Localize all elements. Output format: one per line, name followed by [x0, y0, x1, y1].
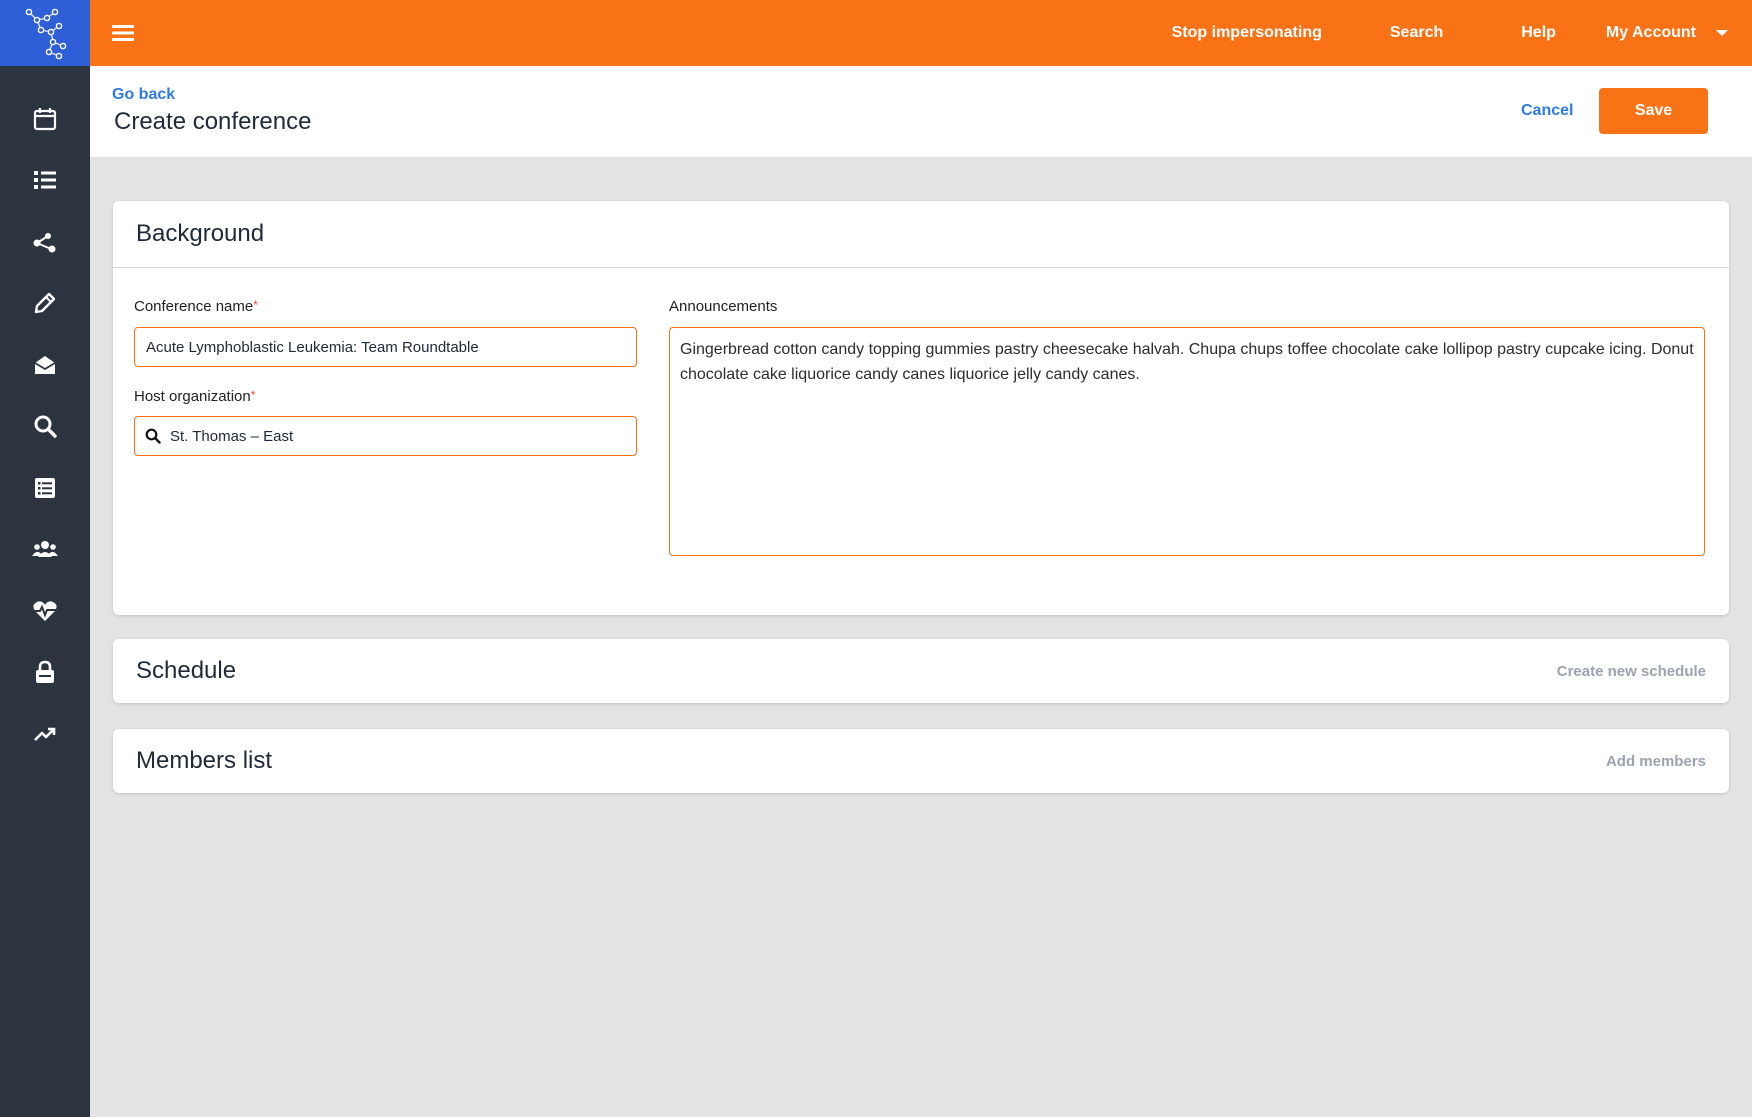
sidebar-item-list[interactable] [0, 150, 90, 212]
host-organization-input[interactable] [134, 416, 637, 456]
top-search-link[interactable]: Search [1390, 24, 1443, 42]
required-marker: * [253, 298, 258, 312]
page-header: Go back Create conference Cancel Save [90, 66, 1752, 157]
conference-name-label: Conference name* [134, 298, 258, 315]
lock-icon [36, 660, 54, 684]
help-link[interactable]: Help [1521, 24, 1556, 42]
schedule-title: Schedule [136, 657, 237, 684]
sidebar-item-calendar[interactable] [0, 88, 90, 150]
save-button[interactable]: Save [1599, 88, 1708, 134]
host-organization-search [134, 416, 637, 456]
trending-up-icon [34, 727, 56, 741]
sidebar-item-security[interactable] [0, 642, 90, 704]
background-title: Background [136, 220, 265, 247]
sidebar-item-users[interactable] [0, 519, 90, 581]
pencil-icon [34, 293, 56, 314]
sidebar-item-messages[interactable] [0, 334, 90, 396]
my-account-menu[interactable]: My Account [1606, 24, 1728, 42]
top-bar: Stop impersonating Search Help My Accoun… [90, 0, 1752, 66]
caret-down-icon [1716, 30, 1728, 36]
host-organization-label: Host organization* [134, 388, 255, 405]
cancel-button[interactable]: Cancel [1521, 102, 1573, 120]
background-card-header: Background [113, 201, 1729, 268]
app-logo[interactable] [0, 0, 90, 66]
schedule-card: Schedule Create new schedule [113, 639, 1729, 703]
required-marker: * [250, 388, 256, 402]
list-icon [34, 171, 56, 190]
sidebar-item-analytics[interactable] [0, 703, 90, 765]
menu-toggle-button[interactable] [112, 20, 138, 46]
announcements-label: Announcements [669, 298, 778, 315]
background-card: Background Conference name* Host organiz… [113, 201, 1729, 615]
document-list-icon [35, 477, 55, 498]
add-members-link[interactable]: Add members [1606, 753, 1706, 770]
conference-name-input[interactable] [134, 327, 637, 367]
app-root: Stop impersonating Search Help My Accoun… [0, 0, 1752, 1117]
create-new-schedule-link[interactable]: Create new schedule [1557, 663, 1706, 680]
sidebar [0, 0, 90, 1117]
sidebar-item-edit[interactable] [0, 273, 90, 335]
calendar-icon [33, 107, 57, 130]
molecule-logo-icon [25, 8, 67, 60]
announcements-textarea[interactable]: Gingerbread cotton candy topping gummies… [669, 327, 1705, 556]
stop-impersonating-link[interactable]: Stop impersonating [1172, 24, 1322, 42]
page-title: Create conference [114, 108, 312, 135]
sidebar-item-documents[interactable] [0, 457, 90, 519]
users-icon [32, 541, 58, 558]
search-icon [145, 428, 161, 444]
sidebar-item-search[interactable] [0, 396, 90, 458]
share-nodes-icon [33, 232, 56, 253]
go-back-link[interactable]: Go back [112, 86, 175, 104]
sidebar-item-network[interactable] [0, 211, 90, 273]
host-organization-label-text: Host organization [134, 388, 251, 405]
my-account-label: My Account [1605, 24, 1696, 41]
members-list-card: Members list Add members [113, 729, 1729, 793]
members-list-title: Members list [136, 747, 273, 774]
sidebar-item-health[interactable] [0, 580, 90, 642]
search-icon [34, 415, 57, 438]
hamburger-icon [112, 25, 134, 41]
heart-pulse-icon [33, 601, 57, 621]
conference-name-label-text: Conference name [134, 298, 254, 315]
envelope-open-icon [34, 355, 56, 374]
